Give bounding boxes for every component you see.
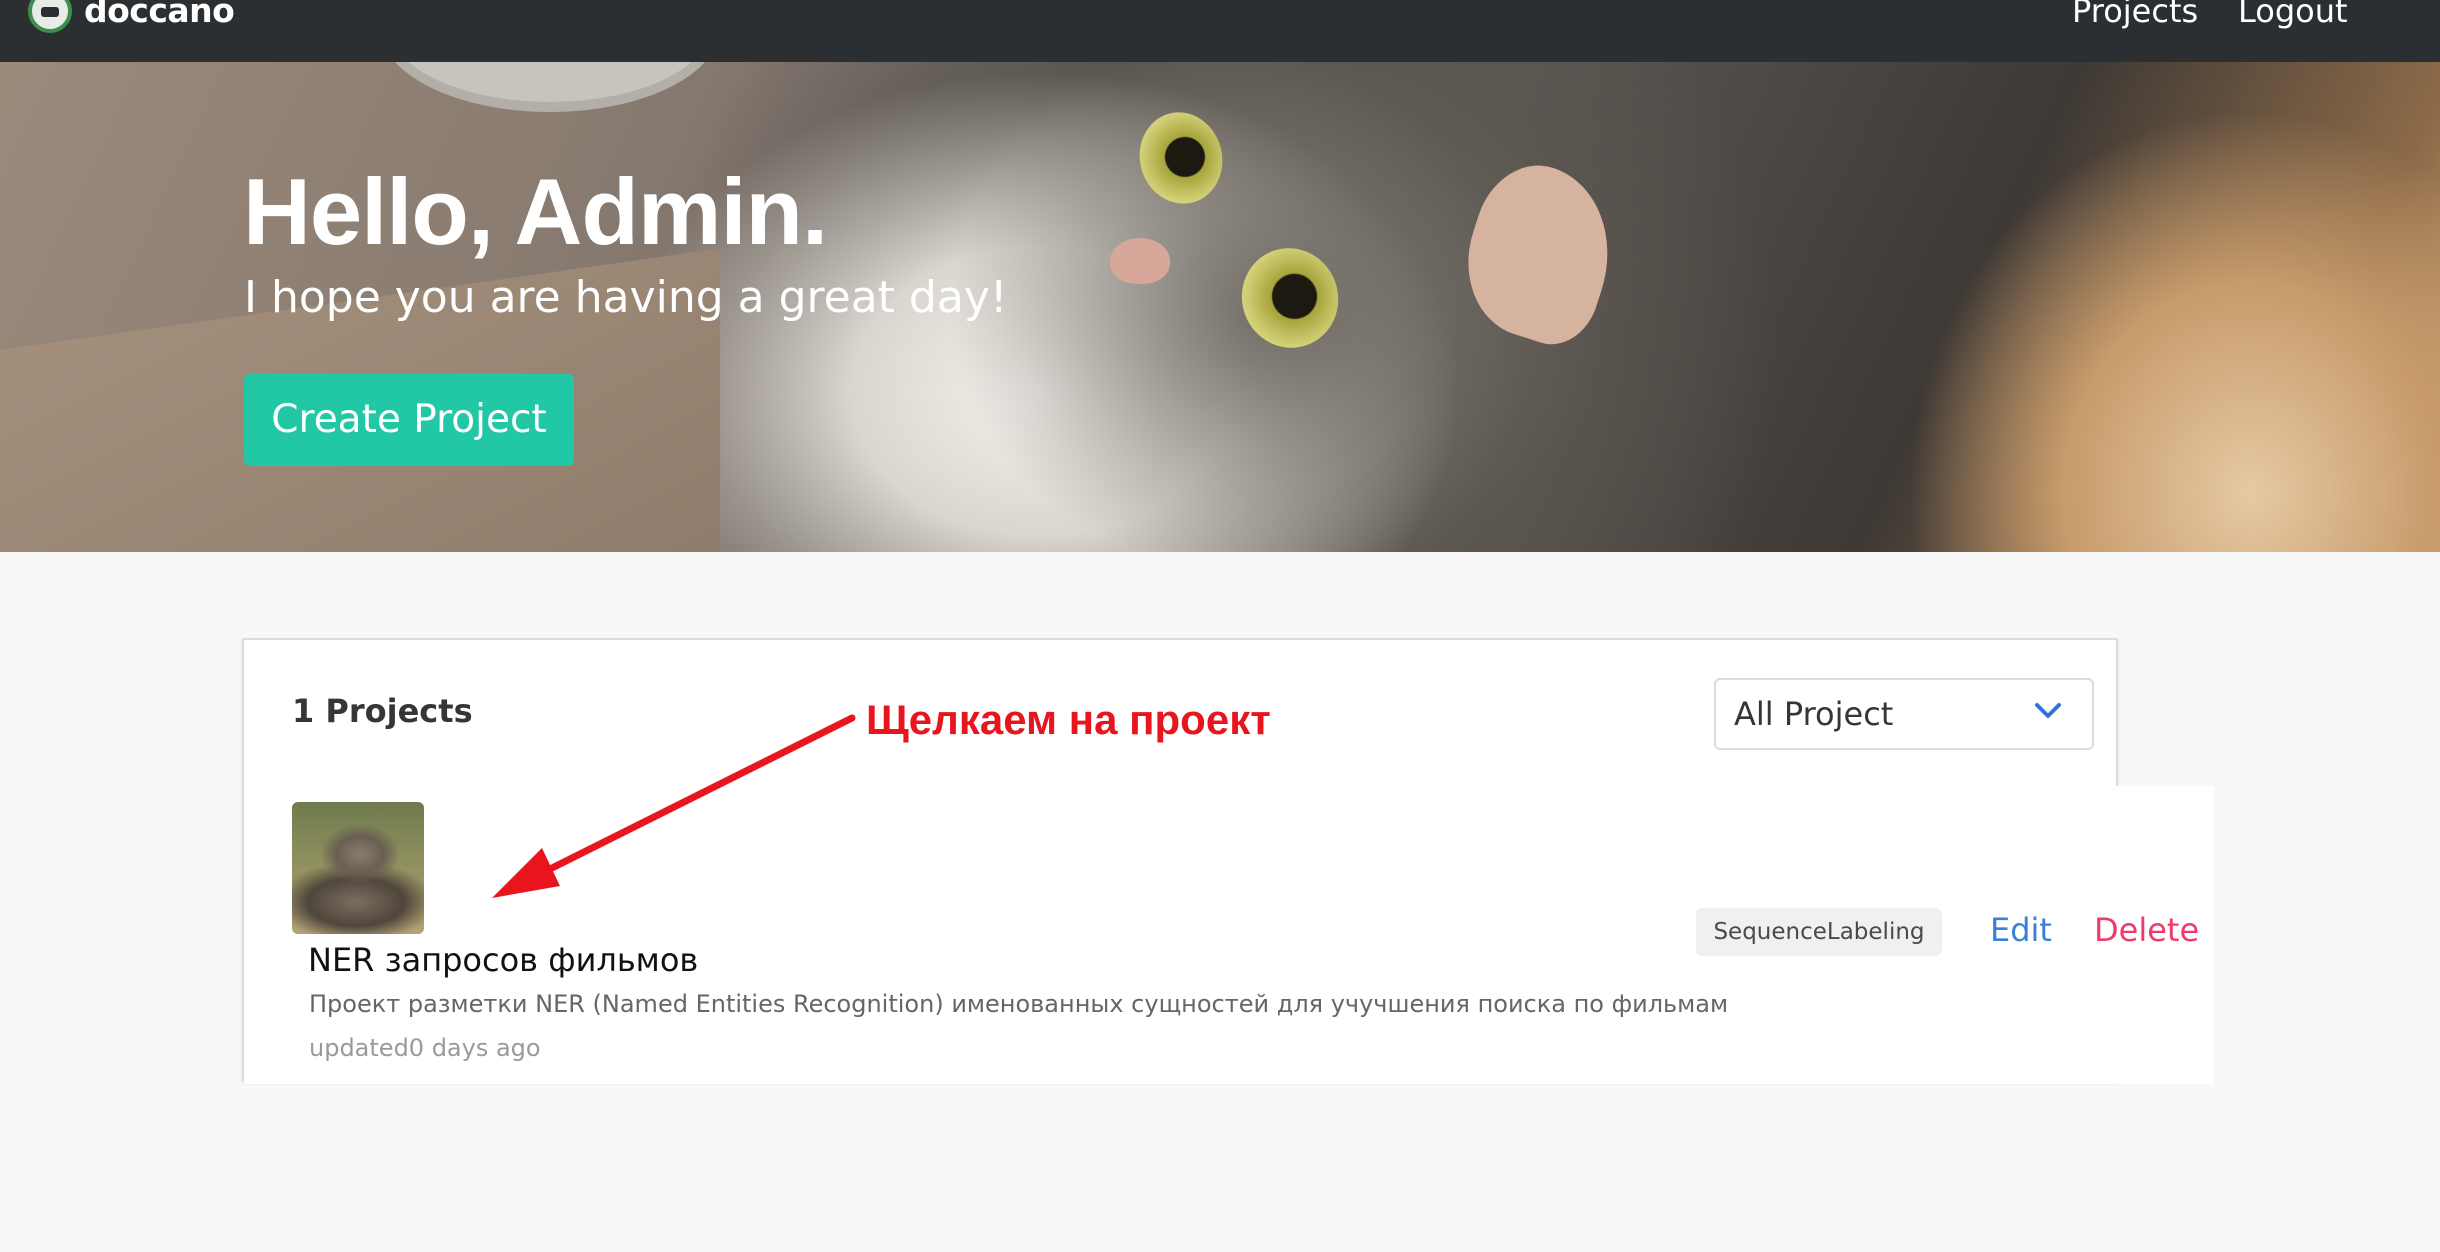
delete-project-link[interactable]: Delete (2094, 904, 2199, 956)
project-updated: updated0 days ago (309, 1034, 541, 1062)
project-title[interactable]: NER запросов фильмов (308, 938, 698, 982)
hero-banner: Hello, Admin. I hope you are having a gr… (0, 62, 2440, 552)
doccano-logo-icon (28, 0, 72, 33)
project-thumbnail[interactable] (292, 802, 424, 934)
create-project-button[interactable]: Create Project (244, 374, 574, 466)
project-description: Проект разметки NER (Named Entities Reco… (309, 990, 1729, 1018)
top-navbar: doccano Projects Logout (0, 0, 2440, 62)
edit-project-link[interactable]: Edit (1990, 904, 2052, 956)
annotation-caption: Щелкаем на проект (866, 696, 1271, 743)
chevron-down-icon (2035, 703, 2061, 718)
hero-cat-ear (1447, 150, 1633, 356)
nav-logout-link[interactable]: Logout (2238, 0, 2348, 34)
brand-name: doccano (84, 0, 235, 30)
project-filter-value: All Project (1734, 695, 1894, 733)
hero-background-cup (380, 62, 720, 112)
projects-count: 1 Projects (292, 692, 473, 730)
hero-cat-eye (1129, 102, 1233, 214)
hero-subtitle: I hope you are having a great day! (244, 272, 1008, 323)
hero-title: Hello, Admin. (243, 159, 828, 264)
brand[interactable]: doccano (28, 0, 235, 34)
nav-projects-link[interactable]: Projects (2072, 0, 2198, 34)
hero-cat-nose (1110, 238, 1170, 284)
project-type-tag: SequenceLabeling (1696, 908, 1942, 956)
project-filter-select[interactable]: All Project (1714, 678, 2094, 750)
hero-cat-eye (1227, 234, 1353, 362)
annotation-arrow-icon (492, 714, 856, 898)
